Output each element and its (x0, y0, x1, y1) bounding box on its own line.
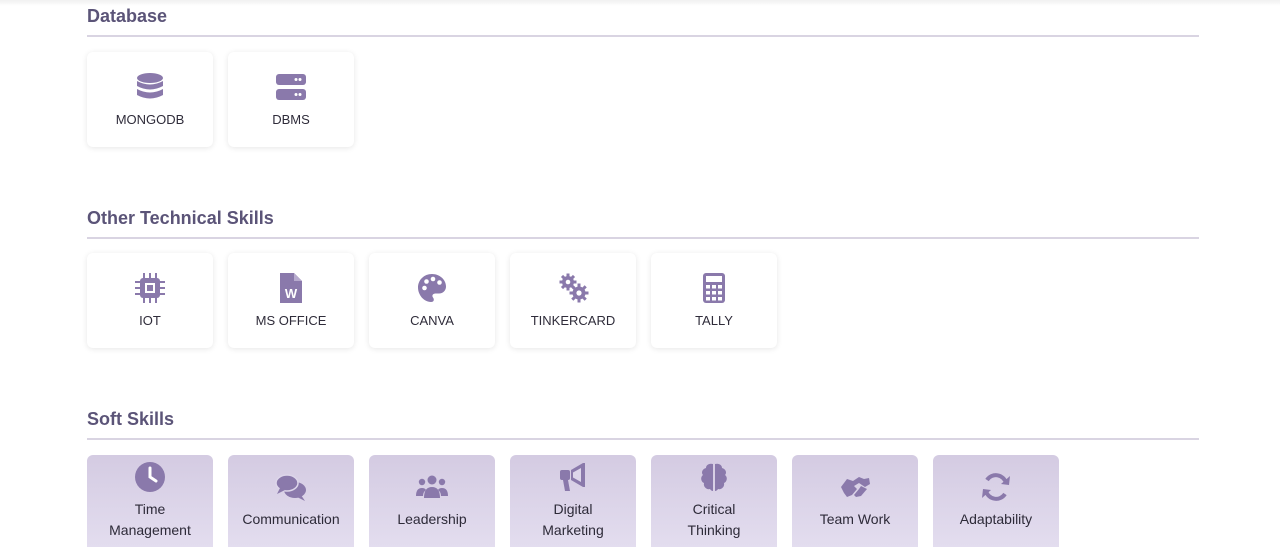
section-title: Other Technical Skills (87, 208, 274, 228)
skill-label: DBMS (272, 112, 310, 127)
skill-card-dbms: DBMS (228, 52, 354, 147)
skill-card-leadership: Leadership (369, 455, 495, 547)
skill-label: IOT (139, 313, 161, 328)
label-line: Thinking (687, 522, 741, 538)
server-icon (275, 71, 307, 103)
section-title: Database (87, 6, 168, 26)
skill-card-canva: CANVA (369, 253, 495, 348)
section-divider (87, 35, 1199, 37)
skill-label: CANVA (410, 313, 454, 328)
skills-grid: IOT W MS OFFICE CANVA TINKERCARD TALLY (87, 253, 777, 348)
handshake-icon (839, 471, 871, 503)
sync-icon (980, 471, 1012, 503)
skill-label: Time Management (109, 499, 191, 541)
skill-card-critical-thinking: Critical Thinking (651, 455, 777, 547)
section-other-technical-skills: Other Technical Skills IOT W MS OFFICE C… (87, 205, 1199, 355)
skill-label: TINKERCARD (530, 313, 616, 328)
skill-card-mongodb: MONGODB (87, 52, 213, 147)
label-line: Digital (553, 501, 593, 517)
gears-icon (557, 272, 589, 304)
label-line: Marketing (542, 522, 604, 538)
word-file-icon: W (275, 272, 307, 304)
skill-card-iot: IOT (87, 253, 213, 348)
skill-card-tally: TALLY (651, 253, 777, 348)
bullhorn-icon (557, 461, 589, 493)
skill-card-digital-marketing: Digital Marketing (510, 455, 636, 547)
skill-card-time-management: Time Management (87, 455, 213, 547)
section-divider (87, 237, 1199, 239)
skill-card-ms-office: W MS OFFICE (228, 253, 354, 348)
skill-card-adaptability: Adaptability (933, 455, 1059, 547)
skill-label: Adaptability (959, 511, 1033, 527)
skill-card-tinkercard: TINKERCARD (510, 253, 636, 348)
skills-grid: Time Management Communication Leadership… (87, 455, 1059, 547)
svg-text:W: W (285, 286, 298, 301)
label-line: Critical (692, 501, 736, 517)
skill-label: Digital Marketing (542, 499, 603, 541)
database-icon (134, 71, 166, 103)
clock-icon (134, 461, 166, 493)
skill-label: MS OFFICE (255, 313, 327, 328)
section-title: Soft Skills (87, 409, 175, 429)
section-divider (87, 438, 1199, 440)
label-line: Management (109, 522, 191, 538)
microchip-icon (134, 272, 166, 304)
skills-grid: MONGODB DBMS (87, 52, 354, 147)
skill-label: Critical Thinking (688, 499, 741, 541)
comments-icon (275, 471, 307, 503)
skill-label: Leadership (397, 511, 467, 527)
skill-card-communication: Communication (228, 455, 354, 547)
section-soft-skills: Soft Skills Time Management Communicatio… (87, 406, 1199, 547)
calculator-icon (698, 272, 730, 304)
skill-label: Communication (242, 511, 340, 527)
skill-label: TALLY (695, 313, 733, 328)
skill-card-team-work: Team Work (792, 455, 918, 547)
palette-icon (416, 272, 448, 304)
label-line: Time (134, 501, 166, 517)
section-database: Database MONGODB DBMS (87, 3, 1199, 153)
brain-icon (698, 461, 730, 493)
users-icon (416, 471, 448, 503)
skill-label: MONGODB (115, 112, 185, 127)
skill-label: Team Work (819, 511, 891, 527)
